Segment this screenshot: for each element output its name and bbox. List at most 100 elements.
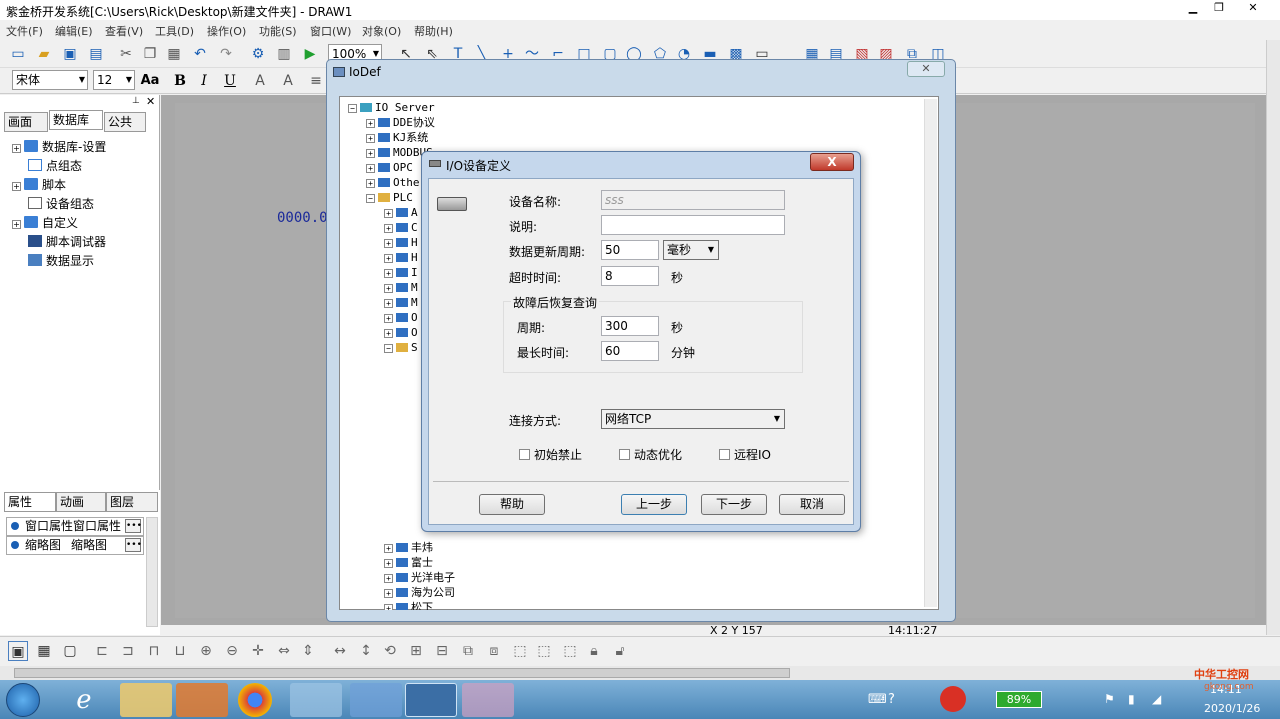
horizontal-scrollbar[interactable] [0, 666, 1280, 680]
tree-root[interactable]: − IO Server [348, 100, 435, 115]
bold-button[interactable]: B [170, 71, 190, 91]
expand-icon[interactable]: + [384, 239, 393, 248]
expand-icon[interactable]: + [384, 269, 393, 278]
checkbox-box[interactable] [619, 449, 630, 460]
init-disable-checkbox[interactable]: 初始禁止 [519, 446, 582, 463]
tree-item[interactable]: − PLC [366, 190, 413, 205]
tree-item[interactable]: + 丰炜 [384, 540, 433, 555]
ungroup-icon[interactable]: ⊟ [432, 641, 452, 661]
remote-io-checkbox[interactable]: 远程IO [719, 446, 771, 463]
group-icon[interactable]: ⊞ [406, 641, 426, 661]
tree-item[interactable]: + OPC [366, 160, 413, 175]
collapse-icon[interactable]: − [366, 194, 375, 203]
dynamic-opt-checkbox[interactable]: 动态优化 [619, 446, 682, 463]
expand-icon[interactable]: + [384, 329, 393, 338]
battery-indicator[interactable]: 89% [996, 691, 1042, 708]
cancel-button[interactable]: 取消 [779, 494, 845, 515]
tree-item-data-display[interactable]: 数据显示 [28, 252, 94, 270]
italic-button[interactable]: I [194, 71, 214, 91]
volume-icon[interactable]: ◢ [1152, 692, 1161, 706]
menu-window[interactable]: 窗口(W) [310, 23, 351, 39]
expand-icon[interactable]: + [366, 149, 375, 158]
chrome-icon[interactable] [238, 683, 272, 717]
expand-icon[interactable]: + [384, 604, 393, 610]
max-time-field[interactable]: 60 [601, 341, 659, 361]
expand-icon[interactable]: + [366, 164, 375, 173]
tree-item-custom[interactable]: + 自定义 [12, 214, 78, 232]
tab-animation[interactable]: 动画 [56, 492, 106, 512]
help-icon[interactable]: ? [888, 692, 895, 707]
tree-item[interactable]: + O [384, 325, 418, 340]
expand-icon[interactable]: + [384, 299, 393, 308]
font-grow-icon[interactable]: A [278, 71, 298, 91]
tree-item[interactable]: + Other [366, 175, 426, 190]
prop-row[interactable]: 窗口属性窗口属性 [6, 517, 144, 536]
menu-view[interactable]: 查看(V) [105, 23, 143, 39]
menu-file[interactable]: 文件(F) [6, 23, 43, 39]
explorer-icon[interactable] [120, 683, 172, 717]
checkbox-box[interactable] [519, 449, 530, 460]
space-v-icon[interactable]: ↕ [356, 641, 376, 661]
tree-item[interactable]: + H [384, 235, 418, 250]
tree-item[interactable]: + M [384, 280, 418, 295]
next-button[interactable]: 下一步 [701, 494, 767, 515]
mirror-icon[interactable]: ⬚ [534, 641, 554, 661]
align-right-icon[interactable]: ⊐ [118, 641, 138, 661]
tree-item[interactable]: + O [384, 310, 418, 325]
expand-icon[interactable]: + [366, 119, 375, 128]
tree-item-db-settings[interactable]: + 数据库-设置 [12, 138, 106, 156]
fit-icon[interactable]: ▢ [60, 641, 80, 661]
lock-icon[interactable]: 🔒︎ [584, 641, 604, 661]
same-height-icon[interactable]: ⇕ [298, 641, 318, 661]
tree-item[interactable]: + 富士 [384, 555, 433, 570]
unlock-icon[interactable]: 🔓︎ [610, 641, 630, 661]
menu-tools[interactable]: 工具(D) [155, 23, 194, 39]
tree-item[interactable]: + 松下 [384, 600, 433, 610]
align-bottom-icon[interactable]: ⊔ [170, 641, 190, 661]
keyboard-icon[interactable]: ⌨ [868, 692, 887, 707]
font-dialog-button[interactable]: Aa [140, 71, 160, 91]
tab-picture[interactable]: 画面 [4, 112, 48, 132]
underline-button[interactable]: U [220, 71, 240, 91]
expand-icon[interactable]: + [12, 220, 21, 229]
minimize-button[interactable]: ▁ [1180, 0, 1206, 16]
run-icon[interactable]: ▶ [300, 44, 320, 64]
tree-item[interactable]: + C [384, 220, 418, 235]
tab-database[interactable]: 数据库 [49, 110, 103, 130]
prev-button[interactable]: 上一步 [621, 494, 687, 515]
tree-item[interactable]: + KJ系统 [366, 130, 428, 145]
expand-icon[interactable]: + [384, 254, 393, 263]
ellipsis-button[interactable]: ••• [125, 519, 142, 533]
scroll-thumb[interactable] [14, 668, 790, 678]
cut-icon[interactable]: ✂ [116, 44, 136, 64]
expand-icon[interactable]: + [384, 544, 393, 553]
iodef-close-button[interactable]: ✕ [907, 61, 945, 77]
app-tray-icon[interactable] [940, 686, 966, 712]
back-icon[interactable]: ⧈ [484, 641, 504, 661]
center-h-icon[interactable]: ⊖ [222, 641, 242, 661]
numeric-display[interactable]: 0000.0 [277, 210, 328, 226]
same-width-icon[interactable]: ⇔ [274, 641, 294, 661]
paste-icon[interactable]: ▦ [164, 44, 184, 64]
flip-icon[interactable]: ⬚ [510, 641, 530, 661]
tree-item[interactable]: + A [384, 205, 418, 220]
expand-icon[interactable]: + [384, 209, 393, 218]
align-icon[interactable]: ≡ [306, 71, 326, 91]
redo-icon[interactable]: ↷ [216, 44, 236, 64]
network-icon[interactable]: ▮ [1128, 692, 1135, 706]
new-icon[interactable]: ▭ [8, 44, 28, 64]
expand-icon[interactable]: + [12, 144, 21, 153]
tree-item[interactable]: + 海为公司 [384, 585, 455, 600]
connection-select[interactable]: 网络TCP ▼ [601, 409, 785, 429]
tree-item[interactable]: + I [384, 265, 418, 280]
tab-layers[interactable]: 图层 [106, 492, 158, 512]
font-size-select[interactable]: 12 ▼ [93, 70, 135, 90]
tree-item[interactable]: + M [384, 295, 418, 310]
media-player-icon[interactable] [176, 683, 228, 717]
tree-item-debugger[interactable]: 脚本调试器 [28, 233, 106, 251]
maximize-button[interactable]: ❐ [1206, 0, 1232, 16]
device-name-field[interactable]: sss [601, 190, 785, 210]
tree-scrollbar[interactable] [924, 99, 937, 607]
tree-item[interactable]: + H [384, 250, 418, 265]
pin-icon[interactable]: ⊥ [132, 96, 140, 106]
